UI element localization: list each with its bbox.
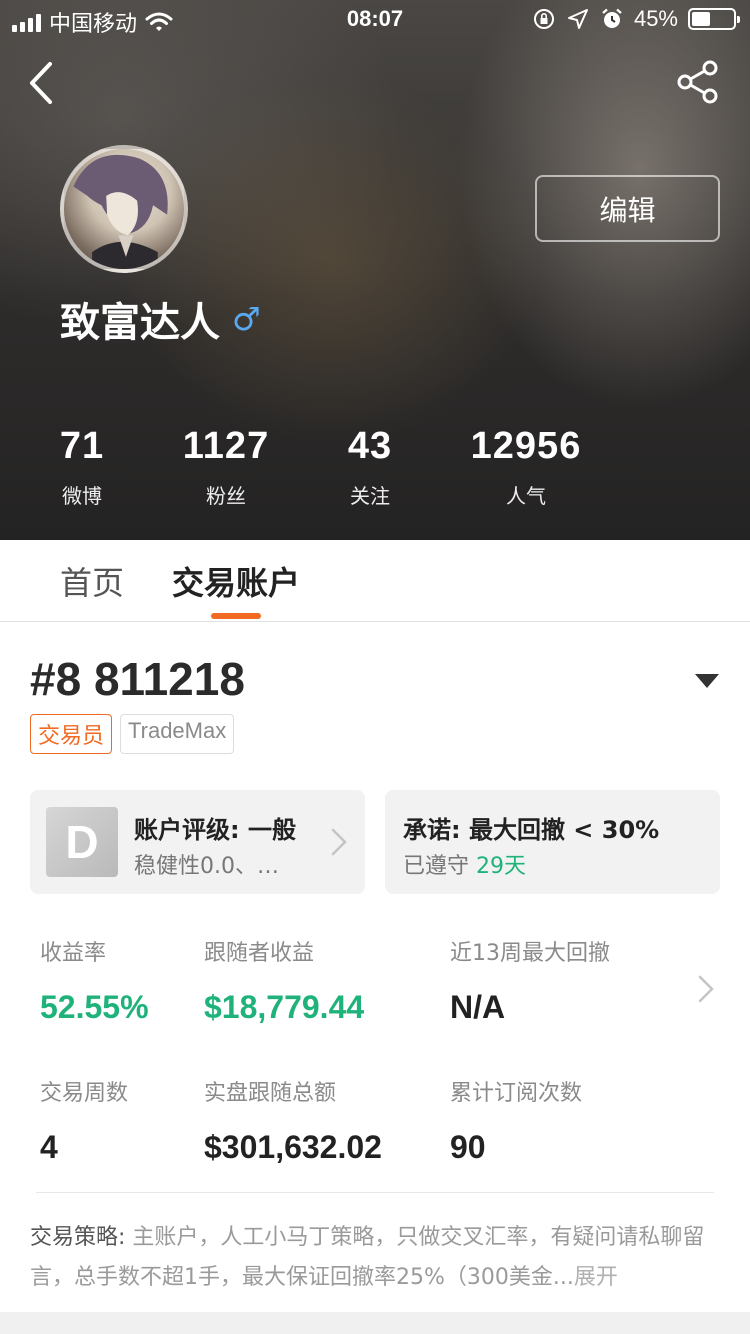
metric-label: 跟随者收益 bbox=[204, 941, 315, 966]
expand-link[interactable]: 展开 bbox=[574, 1265, 618, 1290]
back-button[interactable] bbox=[22, 58, 66, 108]
stat-followers[interactable]: 1127 粉丝 bbox=[170, 425, 282, 509]
location-icon bbox=[567, 9, 588, 29]
trading-strategy: 交易策略: 主账户，人工小马丁策略，只做交叉汇率，有疑问请私聊留言，总手数不超1… bbox=[30, 1218, 720, 1298]
promise-status: 已遵守 29天 bbox=[403, 848, 526, 880]
metric-label: 实盘跟随总额 bbox=[204, 1081, 337, 1106]
battery-percent: 45% bbox=[633, 6, 678, 31]
stat-popularity[interactable]: 12956 人气 bbox=[458, 425, 594, 509]
metric-label: 累计订阅次数 bbox=[450, 1081, 583, 1106]
account-id: #8 811218 bbox=[30, 653, 245, 705]
rating-subtitle: 稳健性0.0、… bbox=[134, 854, 279, 879]
metric-follower-profit: 跟随者收益 $18,779.44 bbox=[204, 935, 364, 1026]
rating-title: 账户评级: 一般 bbox=[134, 816, 296, 844]
stat-label: 微博 bbox=[62, 484, 102, 508]
rating-grade-icon: D bbox=[46, 807, 118, 877]
caret-down-icon bbox=[695, 674, 719, 688]
promise-status-days: 29天 bbox=[476, 854, 527, 879]
promise-card[interactable]: 承诺: 最大回撤 < 30% 已遵守 29天 bbox=[385, 790, 720, 894]
strategy-label: 交易策略: bbox=[30, 1225, 126, 1250]
metric-return-rate: 收益率 52.55% bbox=[40, 935, 149, 1026]
battery-fill bbox=[692, 12, 710, 26]
tab-home[interactable]: 首页 bbox=[60, 558, 124, 604]
metric-follow-total: 实盘跟随总额 $301,632.02 bbox=[204, 1075, 382, 1166]
metric-value: N/A bbox=[450, 989, 506, 1025]
bottom-separator bbox=[0, 1312, 750, 1334]
chevron-right-icon bbox=[698, 975, 714, 1003]
account-badges: 交易员 TradeMax bbox=[30, 714, 235, 754]
avatar[interactable] bbox=[60, 145, 188, 273]
metric-subscriptions: 累计订阅次数 90 bbox=[450, 1075, 582, 1166]
username: 致富达人 bbox=[60, 300, 220, 346]
metric-value: 90 bbox=[450, 1129, 486, 1165]
metric-label: 收益率 bbox=[40, 941, 107, 966]
active-tab-indicator bbox=[211, 613, 261, 619]
status-bar-right: 45% bbox=[532, 6, 740, 32]
section-divider bbox=[36, 1192, 714, 1193]
chevron-right-icon bbox=[331, 828, 347, 856]
account-rating-card[interactable]: D 账户评级: 一般 稳健性0.0、… bbox=[30, 790, 365, 894]
avatar-image bbox=[73, 154, 168, 269]
profile-header: 中国移动 08:07 45% 编辑 致富达人 ♂ 71 微博 1127 粉丝 4… bbox=[0, 0, 750, 540]
stat-value: 1127 bbox=[182, 425, 270, 467]
profile-tabs: 首页 交易账户 bbox=[0, 540, 750, 622]
stat-label: 人气 bbox=[506, 484, 546, 508]
stat-value: 12956 bbox=[470, 425, 582, 467]
alarm-icon bbox=[602, 8, 622, 28]
metric-value: 4 bbox=[40, 1129, 58, 1165]
metric-max-drawdown: 近13周最大回撤 N/A bbox=[450, 935, 610, 1026]
account-dropdown-button[interactable] bbox=[694, 672, 720, 690]
promise-title: 承诺: 最大回撤 < 30% bbox=[403, 816, 660, 844]
metric-value: 52.55% bbox=[40, 989, 149, 1025]
metric-value: $301,632.02 bbox=[204, 1129, 382, 1165]
stat-value: 43 bbox=[347, 425, 393, 467]
metric-value: $18,779.44 bbox=[204, 989, 365, 1025]
share-button[interactable] bbox=[676, 60, 720, 104]
tab-trading-account[interactable]: 交易账户 bbox=[172, 558, 300, 604]
stat-value: 71 bbox=[59, 425, 105, 467]
metric-label: 近13周最大回撤 bbox=[450, 941, 610, 966]
stat-following[interactable]: 43 关注 bbox=[330, 425, 410, 509]
orientation-lock-icon bbox=[533, 9, 554, 29]
username-row: 致富达人 ♂ bbox=[60, 290, 261, 348]
status-bar: 中国移动 08:07 45% bbox=[0, 0, 750, 40]
trader-badge: 交易员 bbox=[30, 714, 113, 754]
metric-trading-weeks: 交易周数 4 bbox=[40, 1075, 128, 1166]
chevron-left-icon bbox=[30, 62, 52, 104]
stat-label: 粉丝 bbox=[206, 484, 246, 508]
stat-weibo[interactable]: 71 微博 bbox=[42, 425, 122, 509]
edit-profile-button[interactable]: 编辑 bbox=[535, 175, 720, 242]
male-gender-icon: ♂ bbox=[232, 300, 261, 338]
share-icon bbox=[677, 60, 718, 104]
promise-status-prefix: 已遵守 bbox=[403, 854, 470, 879]
metric-label: 交易周数 bbox=[40, 1081, 129, 1106]
battery-icon bbox=[688, 8, 740, 30]
stat-label: 关注 bbox=[350, 484, 390, 508]
platform-badge: TradeMax bbox=[120, 714, 235, 754]
metrics-detail-button[interactable] bbox=[698, 975, 714, 1003]
